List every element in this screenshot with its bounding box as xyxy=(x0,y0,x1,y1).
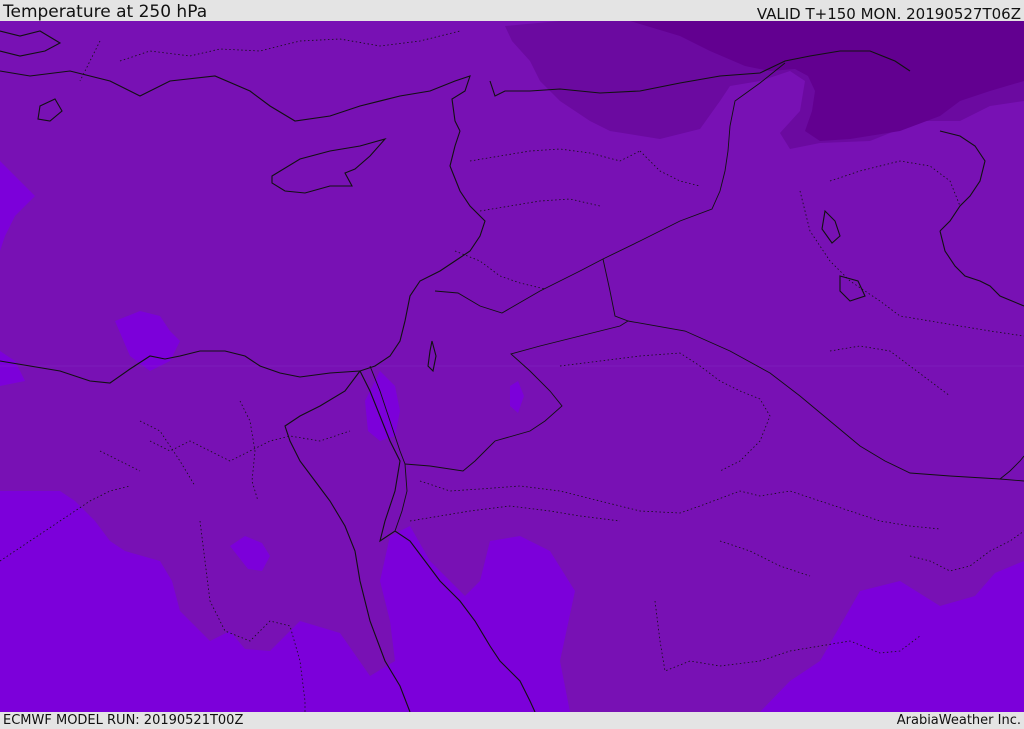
footer-bar: ECMWF MODEL RUN: 20190521T00Z ArabiaWeat… xyxy=(0,712,1024,729)
model-run-label: ECMWF MODEL RUN: 20190521T00Z xyxy=(3,713,244,728)
header-bar: Temperature at 250 hPa VALID T+150 MON. … xyxy=(0,0,1024,23)
weather-map[interactable] xyxy=(0,21,1024,712)
credit-label: ArabiaWeather Inc. xyxy=(896,713,1021,728)
map-title: Temperature at 250 hPa xyxy=(3,2,208,22)
